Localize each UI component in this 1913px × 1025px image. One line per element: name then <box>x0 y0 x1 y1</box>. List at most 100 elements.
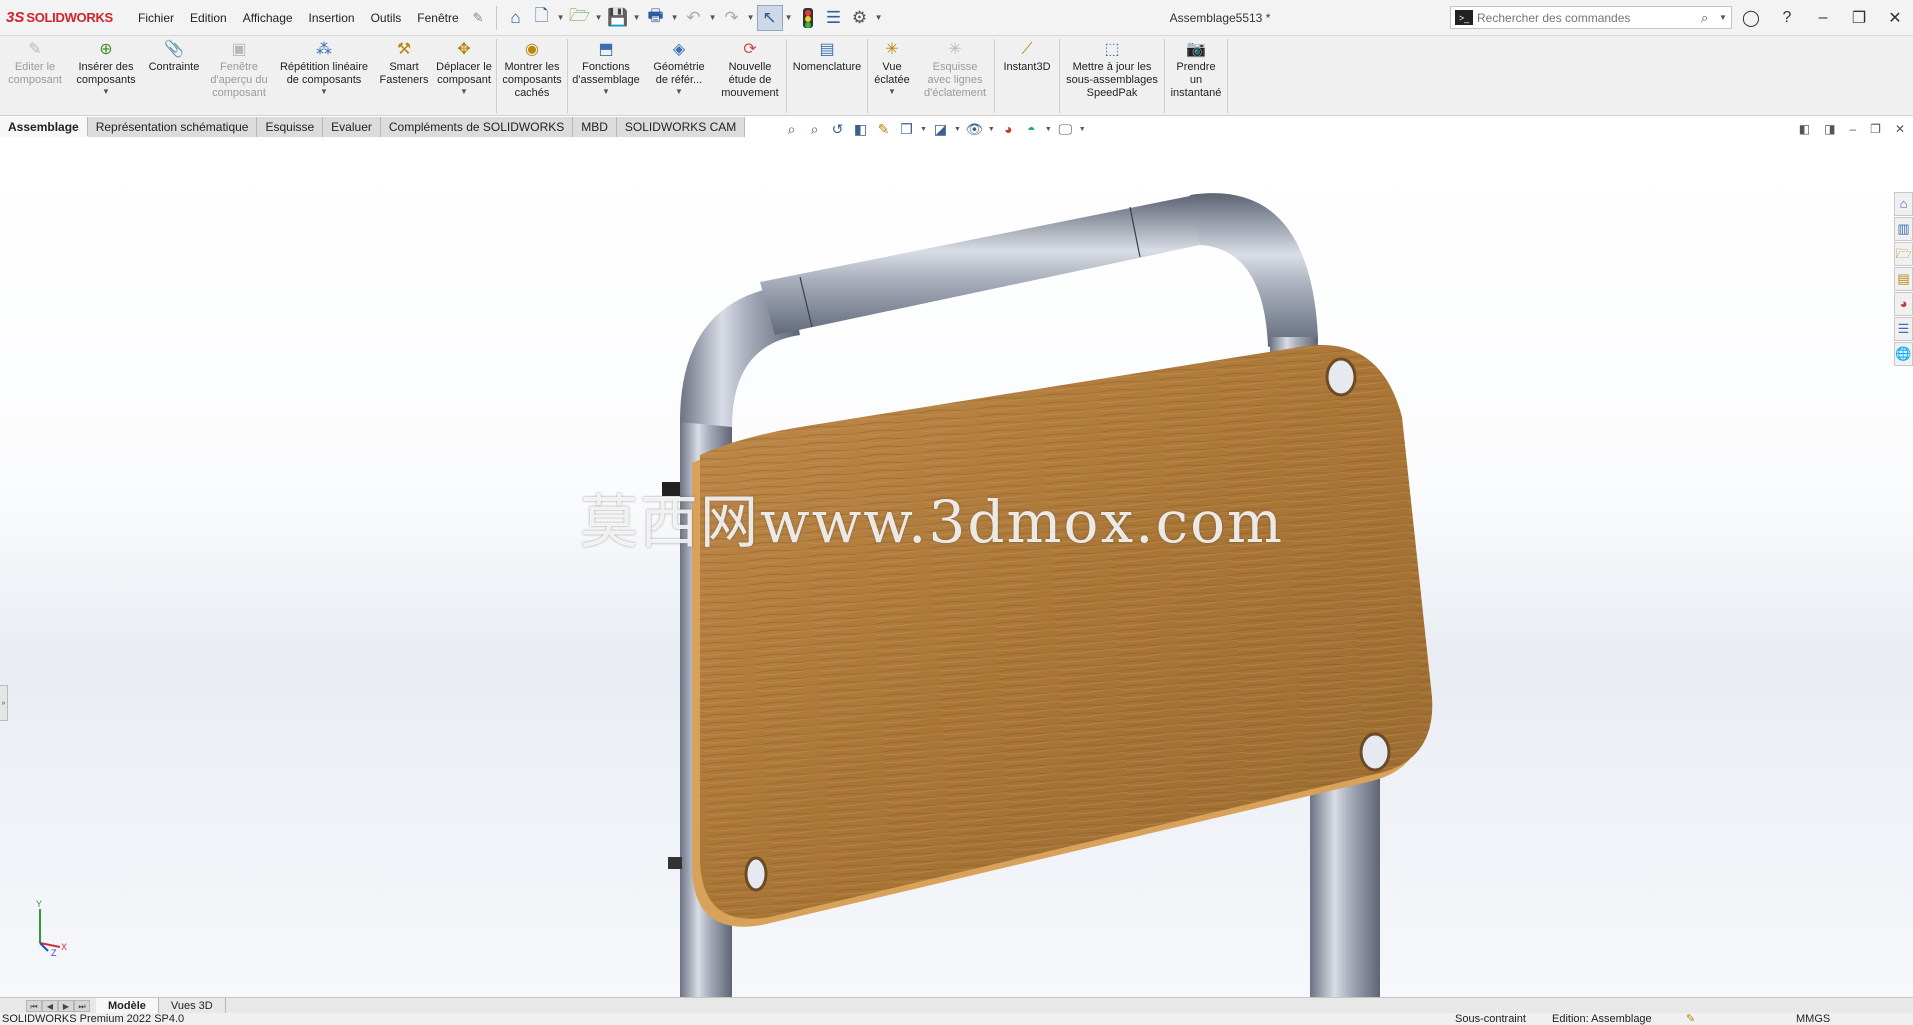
viewport-minimize-icon[interactable]: – <box>1849 122 1856 136</box>
tab-cam[interactable]: SOLIDWORKS CAM <box>616 117 746 137</box>
appearances-icon[interactable]: ◕ <box>1894 292 1913 316</box>
graphics-area[interactable]: 莫西网www.3dmox.com Y X Z » <box>0 137 1913 997</box>
view-orientation-icon[interactable]: ❒ <box>897 120 916 138</box>
viewport-restore-icon[interactable]: ❐ <box>1870 122 1881 136</box>
file-explorer-icon[interactable]: 🗁 <box>1894 242 1913 266</box>
explode-line-sketch-button[interactable]: ✳ Esquisse avec lignes d'éclatement <box>916 36 994 115</box>
linear-pattern-button[interactable]: ⁂ Répétition linéaire de composants ▼ <box>272 36 376 115</box>
chevron-down-icon[interactable]: ▼ <box>954 126 961 133</box>
save-dropdown-icon[interactable]: ▼ <box>631 13 643 22</box>
move-component-button[interactable]: ✥ Déplacer le composant ▼ <box>432 36 496 115</box>
tab-addins[interactable]: Compléments de SOLIDWORKS <box>380 117 574 137</box>
tab-assembly[interactable]: Assemblage <box>0 117 88 137</box>
menu-tools[interactable]: Outils <box>363 11 410 25</box>
reference-geometry-button[interactable]: ◈ Géométrie de référ... ▼ <box>644 36 714 115</box>
previous-view-icon[interactable]: ↺ <box>828 120 847 138</box>
tab-evaluate[interactable]: Evaluer <box>323 117 381 137</box>
undo-icon[interactable]: ↶ <box>681 5 707 31</box>
menu-file[interactable]: Fichier <box>130 11 182 25</box>
feature-manager-expand-handle[interactable]: » <box>0 685 8 721</box>
menu-insert[interactable]: Insertion <box>301 11 363 25</box>
chevron-down-icon[interactable]: ▼ <box>460 87 468 97</box>
display-style-icon[interactable]: ◪ <box>931 120 950 138</box>
menu-view[interactable]: Affichage <box>235 11 301 25</box>
rebuild-status-icon[interactable]: ✎ <box>1686 1013 1695 1025</box>
minimize-icon[interactable]: – <box>1805 9 1841 27</box>
tab-mbd[interactable]: MBD <box>573 117 617 137</box>
chevron-down-icon[interactable]: ▼ <box>102 87 110 97</box>
edit-appearance-icon[interactable]: ◕ <box>999 120 1018 138</box>
collapse-left-icon[interactable]: ◧ <box>1799 122 1810 136</box>
home-icon[interactable]: ⌂ <box>503 5 529 31</box>
close-icon[interactable]: ✕ <box>1877 8 1913 28</box>
mate-button[interactable]: 📎 Contrainte <box>142 36 206 115</box>
custom-properties-icon[interactable]: ☰ <box>1894 317 1913 341</box>
zoom-to-area-icon[interactable]: ⌕ <box>805 120 824 138</box>
insert-components-button[interactable]: ⊕ Insérer des composants ▼ <box>70 36 142 115</box>
rebuild-traffic-light-icon[interactable] <box>795 5 821 31</box>
help-icon[interactable]: ? <box>1769 9 1805 27</box>
section-view-icon[interactable]: ◧ <box>851 120 870 138</box>
design-library-icon[interactable]: ▥ <box>1894 217 1913 241</box>
edit-component-button[interactable]: ✎ Editer le composant <box>0 36 70 115</box>
next-tab-icon[interactable]: ▶ <box>58 999 74 1012</box>
file-properties-icon[interactable]: ☰ <box>821 5 847 31</box>
redo-dropdown-icon[interactable]: ▼ <box>745 13 757 22</box>
chevron-down-icon[interactable]: ▼ <box>888 87 896 97</box>
show-hidden-components-button[interactable]: ◉ Montrer les composants cachés <box>497 36 567 115</box>
view-palette-icon[interactable]: ▤ <box>1894 267 1913 291</box>
options-gear-icon[interactable]: ⚙ <box>847 5 873 31</box>
collapse-right-icon[interactable]: ◨ <box>1824 122 1835 136</box>
chevron-down-icon[interactable]: ▼ <box>675 87 683 97</box>
search-dropdown-icon[interactable]: ▼ <box>1719 13 1731 22</box>
instant3d-button[interactable]: ⟋ Instant3D <box>995 36 1059 115</box>
select-pointer-icon[interactable]: ↖ <box>756 4 783 31</box>
apply-scene-icon[interactable]: ◓ <box>1022 120 1041 138</box>
undo-dropdown-icon[interactable]: ▼ <box>707 13 719 22</box>
restore-icon[interactable]: ❐ <box>1841 8 1877 28</box>
preview-window-button[interactable]: ▣ Fenêtre d'aperçu du composant <box>206 36 272 115</box>
exploded-view-button[interactable]: ✳ Vue éclatée ▼ <box>868 36 916 115</box>
last-tab-icon[interactable]: ⏭ <box>74 999 90 1012</box>
menu-window[interactable]: Fenêtre <box>409 11 466 25</box>
chevron-down-icon[interactable]: ▼ <box>988 126 995 133</box>
units-selector[interactable]: MMGS <box>1796 1013 1830 1025</box>
forum-globe-icon[interactable]: 🌐 <box>1894 342 1913 366</box>
right-tube-bend[interactable] <box>1190 193 1318 347</box>
smart-fasteners-button[interactable]: ⚒ Smart Fasteners <box>376 36 432 115</box>
chevron-down-icon[interactable]: ▼ <box>602 87 610 97</box>
redo-icon[interactable]: ↷ <box>719 5 745 31</box>
tab-3d-views[interactable]: Vues 3D <box>159 997 226 1014</box>
first-tab-icon[interactable]: ⏮ <box>26 999 42 1012</box>
search-input[interactable] <box>1477 10 1701 25</box>
chair-backrest-model[interactable] <box>0 137 1913 997</box>
zoom-to-fit-icon[interactable]: ⌕ <box>782 120 801 138</box>
print-icon[interactable]: 🖶 <box>643 5 669 31</box>
open-dropdown-icon[interactable]: ▼ <box>593 13 605 22</box>
assembly-features-button[interactable]: ⬒ Fonctions d'assemblage ▼ <box>568 36 644 115</box>
take-snapshot-button[interactable]: 📷 Prendre un instantané <box>1165 36 1227 115</box>
pin-menu-icon[interactable]: ✎ <box>467 10 490 26</box>
chevron-down-icon[interactable]: ▼ <box>920 126 927 133</box>
bom-button[interactable]: ▤ Nomenclature <box>787 36 867 115</box>
solidworks-logo[interactable]: 3S SOLIDWORKS <box>0 9 130 26</box>
user-account-icon[interactable]: ◯ <box>1733 8 1769 28</box>
new-motion-study-button[interactable]: ⟳ Nouvelle étude de mouvement <box>714 36 786 115</box>
hide-show-items-icon[interactable]: 👁 <box>965 120 984 138</box>
save-icon[interactable]: 💾 <box>605 5 631 31</box>
tab-sketch[interactable]: Esquisse <box>257 117 324 137</box>
dynamic-annotation-icon[interactable]: ✎ <box>874 120 893 138</box>
options-dropdown-icon[interactable]: ▼ <box>873 13 885 22</box>
top-tube[interactable] <box>760 195 1200 335</box>
search-icon[interactable]: ⌕ <box>1701 10 1719 26</box>
viewport-close-icon[interactable]: ✕ <box>1895 122 1905 136</box>
menu-edit[interactable]: Edition <box>182 11 235 25</box>
select-dropdown-icon[interactable]: ▼ <box>783 13 795 22</box>
view-settings-icon[interactable]: 🖵 <box>1056 120 1075 138</box>
update-speedpak-button[interactable]: ⬚ Mettre à jour les sous-assemblages Spe… <box>1060 36 1164 115</box>
resources-home-icon[interactable]: ⌂ <box>1894 192 1913 216</box>
new-document-icon[interactable]: 🗋 <box>529 5 555 31</box>
new-dropdown-icon[interactable]: ▼ <box>555 13 567 22</box>
tab-model[interactable]: Modèle <box>96 997 159 1014</box>
chevron-down-icon[interactable]: ▼ <box>1045 126 1052 133</box>
